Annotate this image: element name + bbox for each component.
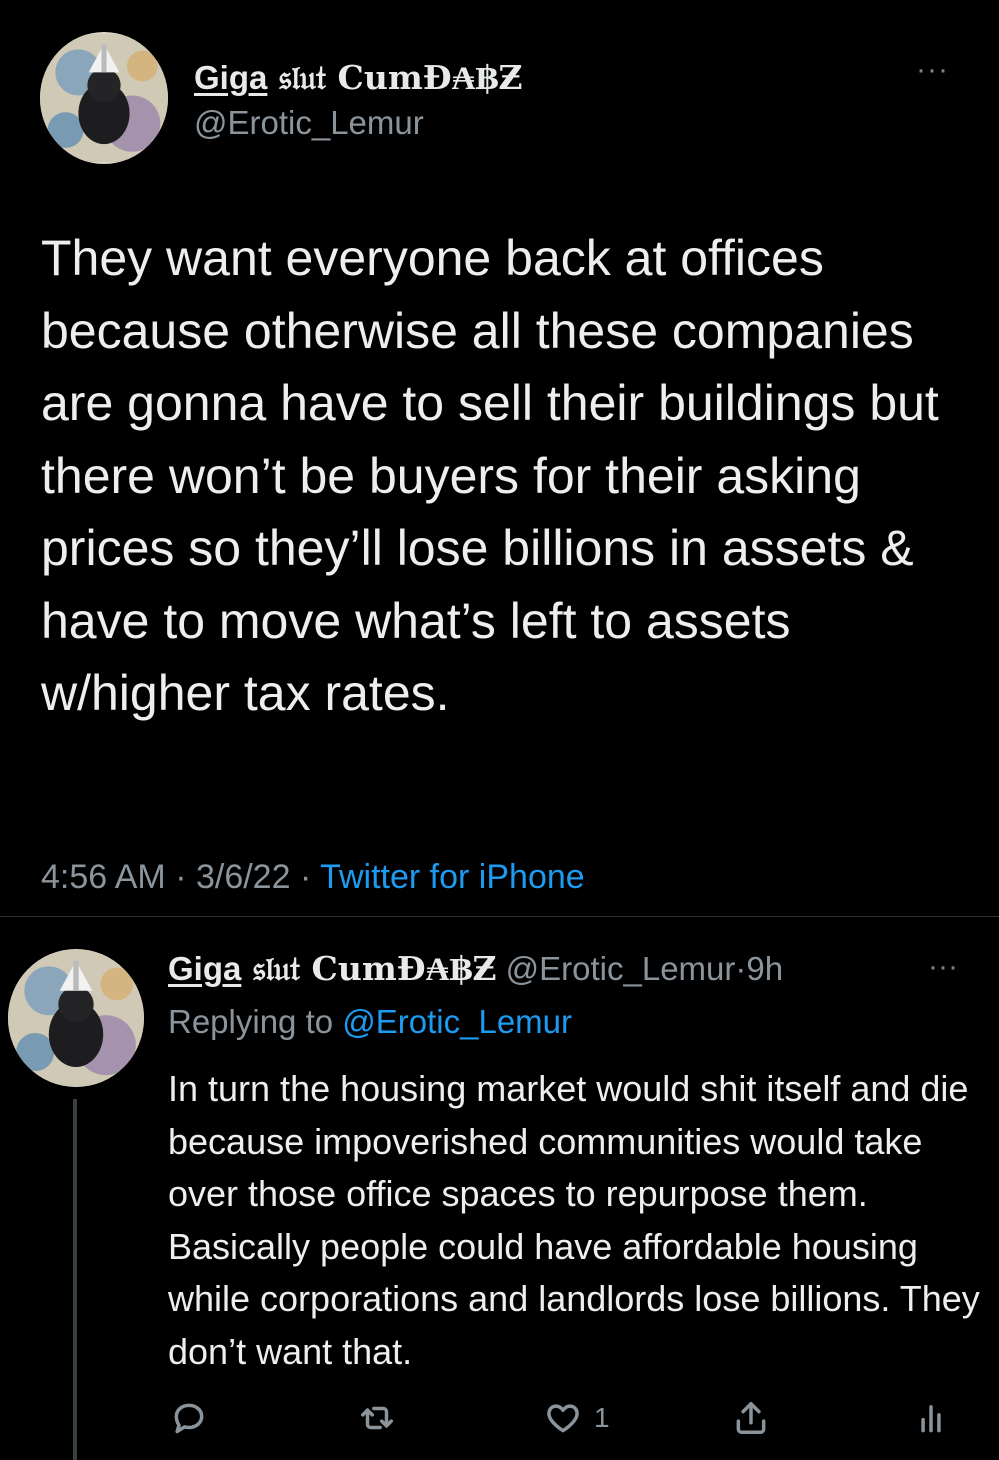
author-display-name[interactable]: Giga 𝔰𝔩𝔲𝔱 CumĐ₳฿Ƶ bbox=[194, 58, 522, 98]
display-name-prefix: Giga bbox=[168, 950, 242, 987]
analytics-icon bbox=[921, 1405, 941, 1433]
display-name-prefix: Giga bbox=[194, 59, 268, 96]
tweet-meta: 4:56 AM · 3/6/22 · Twitter for iPhone bbox=[41, 858, 585, 897]
meta-separator: · bbox=[735, 950, 747, 987]
replying-to-mention[interactable]: @Erotic_Lemur bbox=[342, 1003, 572, 1040]
tweet-date[interactable]: 3/6/22 bbox=[196, 858, 291, 896]
replying-to: Replying to @Erotic_Lemur bbox=[168, 1003, 572, 1041]
thread-line bbox=[73, 1099, 77, 1460]
tweet-time[interactable]: 4:56 AM bbox=[41, 858, 166, 896]
heart-icon bbox=[547, 1404, 579, 1433]
display-name-rest: 𝔰𝔩𝔲𝔱 CumĐ₳฿Ƶ bbox=[267, 58, 523, 97]
analytics-button[interactable] bbox=[912, 1393, 950, 1443]
author-handle[interactable]: @Erotic_Lemur bbox=[506, 950, 736, 987]
display-name-rest: 𝔰𝔩𝔲𝔱 CumĐ₳฿Ƶ bbox=[241, 949, 497, 988]
like-count: 1 bbox=[594, 1402, 610, 1433]
reply-button[interactable] bbox=[170, 1393, 208, 1443]
meta-separator: · bbox=[290, 858, 321, 896]
share-icon bbox=[736, 1402, 766, 1434]
avatar-image bbox=[40, 34, 168, 162]
meta-separator: · bbox=[165, 858, 196, 896]
tweet-text: In turn the housing market would shit it… bbox=[168, 1068, 980, 1372]
action-bar: 1 bbox=[168, 1393, 968, 1443]
more-options-icon[interactable]: ··· bbox=[928, 952, 958, 982]
retweet-button[interactable] bbox=[358, 1393, 396, 1443]
avatar-image bbox=[8, 950, 144, 1086]
like-button[interactable]: 1 bbox=[544, 1393, 610, 1443]
tweet-age[interactable]: 9h bbox=[746, 950, 783, 987]
more-options-icon[interactable]: ··· bbox=[916, 55, 949, 85]
tweet-source-link[interactable]: Twitter for iPhone bbox=[320, 858, 585, 896]
main-tweet: Giga 𝔰𝔩𝔲𝔱 CumĐ₳฿Ƶ @Erotic_Lemur ··· They… bbox=[0, 0, 999, 916]
retweet-icon bbox=[361, 1406, 393, 1430]
reply-tweet[interactable]: Giga 𝔰𝔩𝔲𝔱 CumĐ₳฿Ƶ @Erotic_Lemur·9h ··· R… bbox=[0, 917, 999, 1460]
share-button[interactable] bbox=[732, 1393, 770, 1443]
reply-header: Giga 𝔰𝔩𝔲𝔱 CumĐ₳฿Ƶ @Erotic_Lemur·9h bbox=[168, 949, 783, 989]
author-display-name[interactable]: Giga 𝔰𝔩𝔲𝔱 CumĐ₳฿Ƶ bbox=[168, 949, 496, 988]
replying-to-label: Replying to bbox=[168, 1003, 343, 1040]
tweet-text: They want everyone back at offices becau… bbox=[41, 230, 939, 721]
avatar[interactable] bbox=[8, 949, 144, 1087]
avatar[interactable] bbox=[40, 32, 168, 164]
author-handle[interactable]: @Erotic_Lemur bbox=[194, 104, 424, 142]
reply-icon bbox=[174, 1403, 204, 1434]
